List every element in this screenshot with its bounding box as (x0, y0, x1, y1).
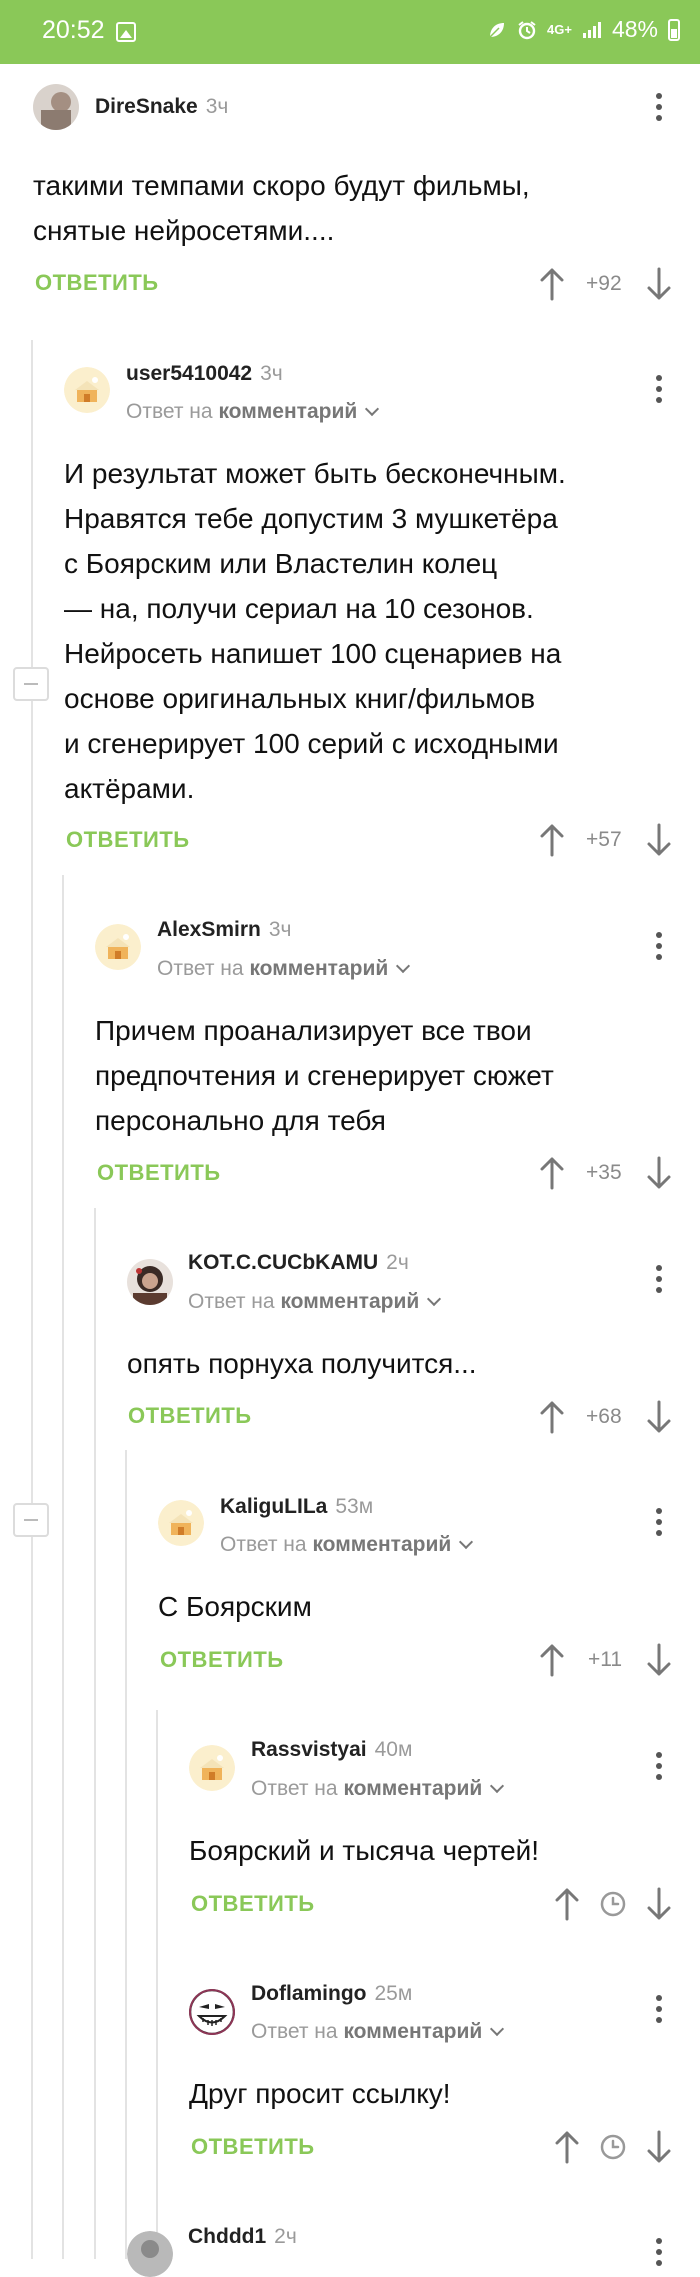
thread-line (62, 875, 64, 2259)
kebab-menu-icon[interactable] (654, 93, 664, 123)
kebab-menu-icon[interactable] (654, 1752, 664, 1782)
clock-icon (600, 1891, 626, 1917)
collapse-thread-button[interactable] (13, 1503, 49, 1537)
thread-line (125, 1450, 127, 2259)
avatar[interactable] (127, 2231, 173, 2277)
reply-button[interactable]: ОТВЕТИТЬ (35, 270, 159, 296)
comment-age: 3ч (205, 95, 229, 118)
reply-button[interactable]: ОТВЕТИТЬ (191, 1891, 315, 1917)
chevron-down-icon[interactable] (490, 1778, 505, 1794)
kebab-menu-icon[interactable] (654, 1995, 664, 2025)
comment-author[interactable]: Doflamingo 25м (251, 1982, 412, 2006)
status-time: 20:52 (42, 16, 105, 44)
chevron-down-icon[interactable] (427, 1291, 442, 1307)
collapse-thread-button[interactable] (13, 667, 49, 701)
kebab-menu-icon[interactable] (654, 1265, 664, 1295)
chevron-down-icon[interactable] (396, 958, 411, 974)
arrow-down-icon[interactable] (645, 267, 673, 301)
comment-age: 3ч (268, 918, 292, 941)
network-label: 4G+ (547, 22, 572, 37)
alarm-icon (517, 20, 537, 40)
thread-line (156, 1710, 158, 2259)
kebab-menu-icon[interactable] (654, 2238, 664, 2268)
vote-score: +57 (586, 828, 622, 851)
comment-age: 25м (374, 1982, 413, 2005)
kebab-menu-icon[interactable] (654, 1508, 664, 1538)
comment-author[interactable]: Chddd1 2ч (188, 2225, 297, 2249)
battery-icon (668, 18, 680, 41)
comment-author[interactable]: KOT.C.CUCbKAMU 2ч (188, 1251, 409, 1275)
avatar[interactable] (189, 1989, 235, 2035)
arrow-up-icon[interactable] (538, 1400, 566, 1434)
avatar[interactable] (33, 84, 79, 130)
reply-button[interactable]: ОТВЕТИТЬ (160, 1647, 284, 1673)
arrow-up-icon[interactable] (553, 2130, 581, 2164)
comment-age: 2ч (274, 2225, 297, 2248)
reply-to-link[interactable]: Ответ на комментарий (251, 2020, 505, 2044)
thread-line (31, 340, 33, 2259)
arrow-down-icon[interactable] (645, 1887, 673, 1921)
comment-text: опять порнуха получится... (127, 1348, 477, 1379)
reply-to-link[interactable]: Ответ на комментарий (157, 957, 411, 981)
reply-to-link[interactable]: Ответ на комментарий (220, 1533, 474, 1557)
comment-author[interactable]: DireSnake 3ч (95, 95, 228, 119)
gingerbread-house-icon[interactable] (95, 924, 141, 970)
chevron-down-icon[interactable] (365, 401, 380, 417)
comment-text: Причем проанализирует все твои предпочте… (95, 1015, 554, 1136)
comment-age: 3ч (260, 362, 283, 385)
arrow-down-icon[interactable] (645, 2130, 673, 2164)
arrow-up-icon[interactable] (538, 1156, 566, 1190)
vote-score: +68 (586, 1405, 622, 1428)
reply-to-link[interactable]: Ответ на комментарий (188, 1290, 442, 1314)
avatar[interactable] (127, 1259, 173, 1305)
comment-author[interactable]: KaliguLILa 53м (220, 1495, 373, 1519)
arrow-up-icon[interactable] (553, 1887, 581, 1921)
arrow-down-icon[interactable] (645, 823, 673, 857)
status-bar: 20:52 4G+ 48% (0, 0, 700, 64)
comment-text: С Боярским (158, 1591, 312, 1622)
vote-score: +92 (586, 272, 622, 295)
reply-button[interactable]: ОТВЕТИТЬ (128, 1403, 252, 1429)
signal-icon (582, 20, 602, 40)
comment-author[interactable]: user5410042 3ч (126, 362, 283, 386)
reply-to-link[interactable]: Ответ на комментарий (251, 1777, 505, 1801)
arrow-up-icon[interactable] (538, 823, 566, 857)
comment-age: 40м (374, 1738, 413, 1761)
reply-button[interactable]: ОТВЕТИТЬ (66, 827, 190, 853)
vote-score: +11 (588, 1648, 623, 1671)
gallery-icon (116, 22, 136, 42)
chevron-down-icon[interactable] (459, 1534, 474, 1550)
comment-text: И результат может быть бесконечным. Нрав… (64, 458, 566, 804)
kebab-menu-icon[interactable] (654, 932, 664, 962)
leaf-icon (487, 20, 507, 40)
comment-age: 53м (335, 1495, 374, 1518)
comment-text: Боярский и тысяча чертей! (189, 1835, 540, 1866)
arrow-down-icon[interactable] (645, 1643, 673, 1677)
arrow-down-icon[interactable] (645, 1400, 673, 1434)
comment-text: такими темпами скоро будут фильмы, сняты… (33, 170, 530, 246)
comment-author[interactable]: Rassvistyai 40м (251, 1738, 412, 1762)
clock-icon (600, 2134, 626, 2160)
battery-percent: 48% (611, 16, 658, 42)
comment-age: 2ч (386, 1251, 409, 1274)
gingerbread-house-icon[interactable] (64, 367, 110, 413)
thread-line (94, 1208, 96, 2259)
comment-text: Друг просит ссылку! (189, 2078, 451, 2109)
vote-score: +35 (586, 1161, 622, 1184)
kebab-menu-icon[interactable] (654, 375, 664, 405)
reply-to-link[interactable]: Ответ на комментарий (126, 400, 380, 424)
gingerbread-house-icon[interactable] (158, 1500, 204, 1546)
reply-button[interactable]: ОТВЕТИТЬ (97, 1160, 221, 1186)
arrow-up-icon[interactable] (538, 1643, 566, 1677)
comment-author[interactable]: AlexSmirn 3ч (157, 918, 292, 942)
arrow-down-icon[interactable] (645, 1156, 673, 1190)
chevron-down-icon[interactable] (490, 2021, 505, 2037)
reply-button[interactable]: ОТВЕТИТЬ (191, 2134, 315, 2160)
arrow-up-icon[interactable] (538, 267, 566, 301)
gingerbread-house-icon[interactable] (189, 1745, 235, 1791)
